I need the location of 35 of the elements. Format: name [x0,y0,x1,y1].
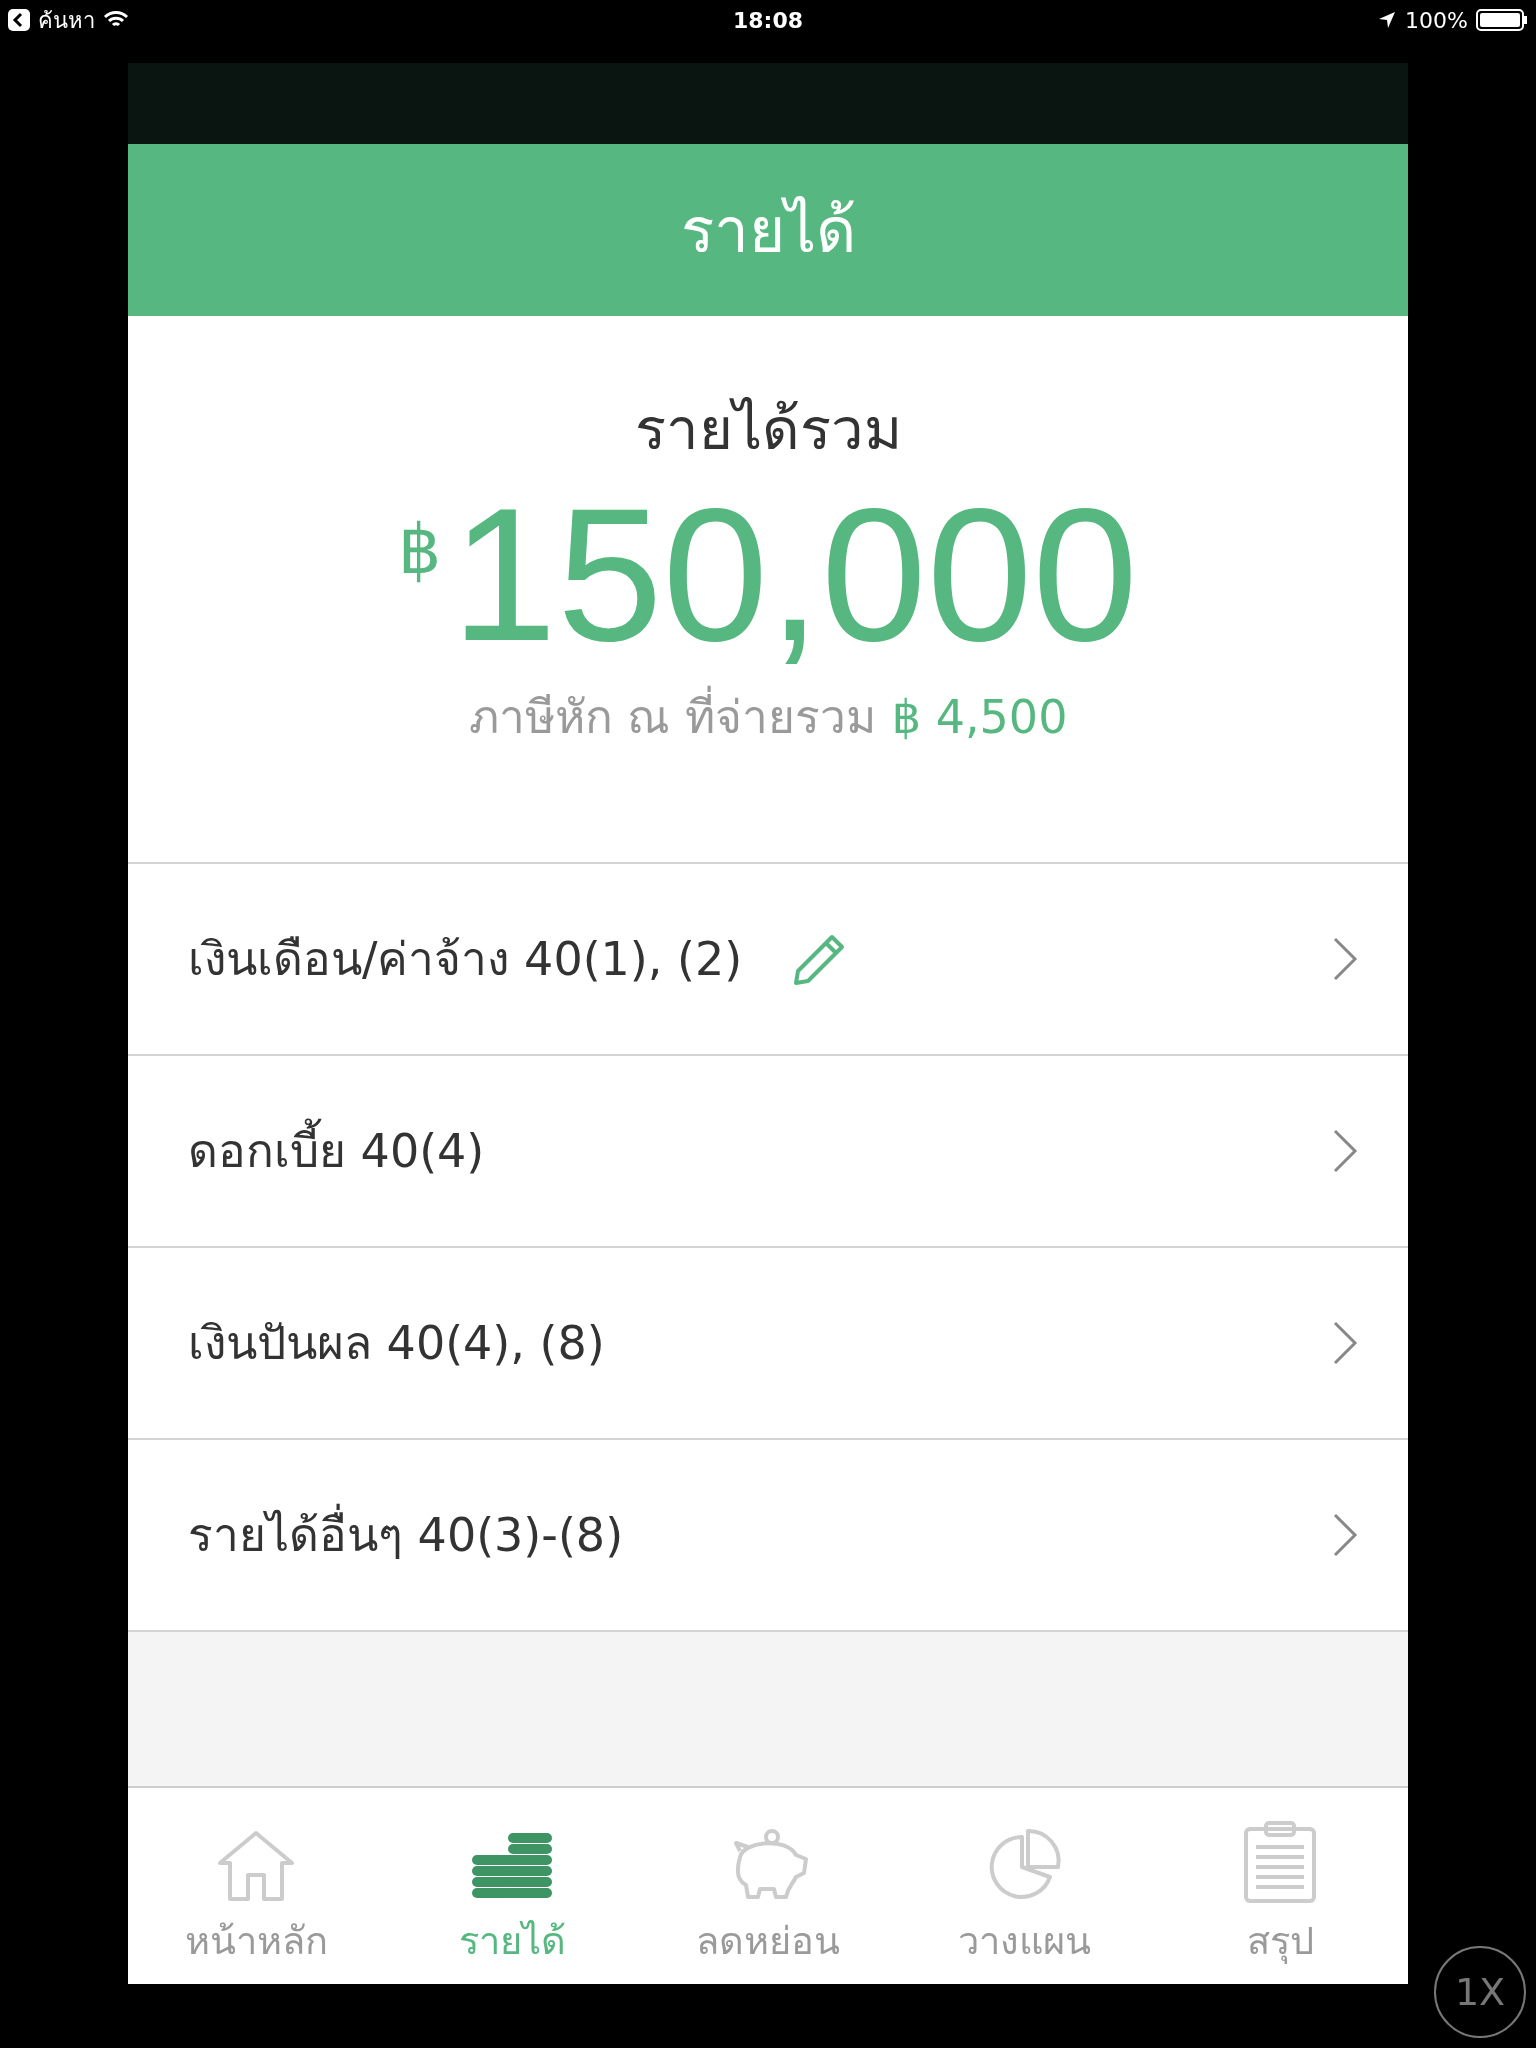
tab-label: ลดหย่อน [696,1918,840,1965]
chevron-right-icon [1332,1128,1358,1174]
income-row[interactable]: เงินปันผล 40(4), (8) [128,1246,1408,1438]
back-icon [8,9,30,31]
row-label: ดอกเบี้ย 40(4) [188,1116,485,1186]
currency-symbol: ฿ [397,509,442,591]
tax-amount: ฿ 4,500 [891,689,1068,746]
header-title: รายได้ [680,192,856,269]
total-title: รายได้รวม [634,394,902,465]
row-label: เงินเดือน/ค่าจ้าง 40(1), (2) [188,930,743,988]
income-row[interactable]: ดอกเบี้ย 40(4) [128,1054,1408,1246]
tab-label: สรุป [1246,1918,1314,1966]
chevron-right-icon [1332,1320,1358,1366]
tab-item[interactable]: รายได้ [384,1788,640,1984]
location-arrow-icon [1377,10,1398,30]
back-link[interactable]: ค้นหา [38,3,95,37]
total-amount: 150,000 [451,479,1139,669]
row-label: รายได้อื่นๆ 40(3)-(8) [188,1500,624,1570]
tab-label: วางแผน [957,1918,1091,1965]
clock-time: 18:08 [733,6,803,35]
tab-item[interactable]: ลดหย่อน [640,1788,896,1984]
income-row[interactable]: เงินเดือน/ค่าจ้าง 40(1), (2) [128,862,1408,1054]
tab-item[interactable]: สรุป [1152,1788,1408,1984]
tab-item[interactable]: วางแผน [896,1788,1152,1984]
battery-percent: 100% [1405,6,1468,35]
zoom-button[interactable]: 1X [1434,1946,1526,2038]
chevron-right-icon [1332,936,1358,982]
income-row[interactable]: รายได้อื่นๆ 40(3)-(8) [128,1438,1408,1630]
tax-label: ภาษีหัก ณ ที่จ่ายรวม [468,683,876,752]
battery-icon [1476,9,1528,31]
tab-item[interactable]: หน้าหลัก [128,1788,384,1984]
row-label: เงินปันผล 40(4), (8) [188,1314,605,1372]
chevron-right-icon [1332,1512,1358,1558]
tab-label: รายได้ [458,1918,566,1965]
tab-label: หน้าหลัก [184,1918,328,1965]
